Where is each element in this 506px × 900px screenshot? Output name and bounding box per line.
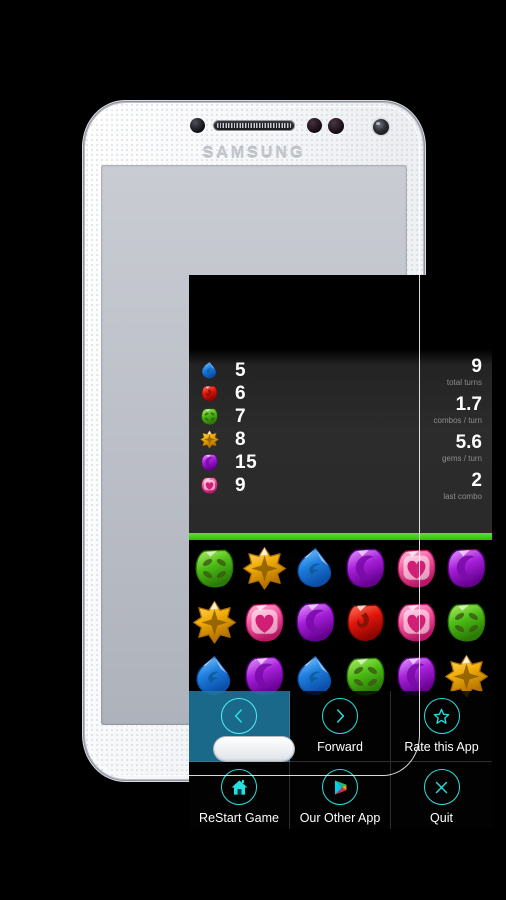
green-divider-bar xyxy=(189,533,492,540)
leaf-gem-icon xyxy=(200,407,219,426)
screenshot-stage: SAMSUNG 5 6 7 8 15 9 9 total turns 1.7 c… xyxy=(0,0,506,900)
menu-item-label: Forward xyxy=(317,740,363,754)
menu-item-label: Our Other App xyxy=(299,811,381,825)
play-store-circle-icon xyxy=(322,769,358,805)
summary-stat-label: last combo xyxy=(443,491,482,501)
menu-item-our-other-app[interactable]: Our Other App xyxy=(290,761,391,829)
gem-count-row: 7 xyxy=(200,405,257,428)
gem-count-value: 5 xyxy=(235,360,247,381)
fire-gem-tile[interactable] xyxy=(341,597,392,647)
gesture-sensor-icon xyxy=(328,118,344,134)
gem-count-row: 15 xyxy=(200,451,257,474)
gem-count-row: 6 xyxy=(200,382,257,405)
heart-gem-tile[interactable] xyxy=(240,597,291,647)
leaf-gem-tile[interactable] xyxy=(442,597,493,647)
gem-count-row: 9 xyxy=(200,474,257,497)
fire-gem-icon xyxy=(200,384,219,403)
gem-row xyxy=(189,543,492,593)
summary-stat-label: total turns xyxy=(446,377,482,387)
close-circle-icon xyxy=(423,769,460,805)
summary-stat-label: gems / turn xyxy=(441,453,482,463)
menu-item-label: Quit xyxy=(430,811,453,825)
heart-gem-icon xyxy=(200,476,219,495)
summary-stat-value: 1.7 xyxy=(455,393,482,415)
summary-stat-value: 9 xyxy=(471,356,482,377)
summary-stat: 5.6 gems / turn xyxy=(434,431,482,464)
menu-item-label: ReStart Game xyxy=(199,811,279,825)
water-drop-gem-icon xyxy=(200,361,219,380)
proximity-sensor-icon xyxy=(190,118,205,133)
heart-gem-tile[interactable] xyxy=(391,543,442,593)
stats-panel: 5 6 7 8 15 9 9 total turns 1.7 combos / … xyxy=(189,349,492,533)
summary-stat: 9 total turns xyxy=(434,357,482,388)
gem-count-value: 9 xyxy=(235,475,247,496)
star-circle-icon xyxy=(423,698,460,734)
summary-stat: 1.7 combos / turn xyxy=(433,393,482,426)
menu-item-label: Rate this App xyxy=(404,740,479,754)
gem-count-row: 5 xyxy=(200,359,257,382)
menu-item-quit[interactable]: Quit xyxy=(391,761,492,829)
star-gem-icon xyxy=(200,430,219,449)
leaf-gem-tile[interactable] xyxy=(189,543,240,593)
moon-gem-tile[interactable] xyxy=(290,597,341,647)
moon-gem-tile[interactable] xyxy=(341,543,392,593)
gem-count-value: 6 xyxy=(235,383,247,404)
menu-item-rate-this-app[interactable]: Rate this App xyxy=(391,691,492,762)
phone-device: SAMSUNG 5 6 7 8 15 9 9 total turns 1.7 c… xyxy=(85,103,492,829)
menu-item-forward[interactable]: Forward xyxy=(290,691,391,762)
menu-item-restart-game[interactable]: ReStart Game xyxy=(189,761,290,829)
summary-stat-value: 2 xyxy=(471,469,482,491)
light-sensor-icon xyxy=(307,118,322,133)
home-button[interactable] xyxy=(214,737,294,761)
water-gem-tile[interactable] xyxy=(290,543,341,593)
chevron-right-circle-icon xyxy=(322,698,358,734)
moon-gem-icon xyxy=(200,453,219,472)
heart-gem-tile[interactable] xyxy=(391,597,442,647)
front-camera-icon xyxy=(373,119,389,135)
gem-board: BackForwardRate this AppReStart Game Our… xyxy=(189,540,492,829)
earpiece-speaker-icon xyxy=(213,120,295,131)
summary-stat-label: combos / turn xyxy=(433,415,482,425)
gem-board-rows xyxy=(189,543,492,701)
summary-stats-list: 9 total turns 1.7 combos / turn 5.6 gems / tu… xyxy=(434,349,492,533)
home-circle-icon xyxy=(221,769,257,805)
chevron-left-circle-icon xyxy=(221,698,257,734)
gem-counts-list: 5 6 7 8 15 9 xyxy=(189,349,257,533)
screen-top-blank-area xyxy=(189,275,492,349)
gem-count-value: 8 xyxy=(235,429,247,450)
gem-row xyxy=(189,597,492,647)
star-gem-tile[interactable] xyxy=(240,543,291,593)
star-gem-tile[interactable] xyxy=(189,597,240,647)
device-brand-label: SAMSUNG xyxy=(202,145,306,162)
gem-count-row: 8 xyxy=(200,428,257,451)
moon-gem-tile[interactable] xyxy=(442,543,493,593)
gem-count-value: 15 xyxy=(235,452,258,473)
summary-stat: 2 last combo xyxy=(434,469,482,502)
summary-stat-value: 5.6 xyxy=(455,431,482,453)
gem-count-value: 7 xyxy=(235,406,247,427)
